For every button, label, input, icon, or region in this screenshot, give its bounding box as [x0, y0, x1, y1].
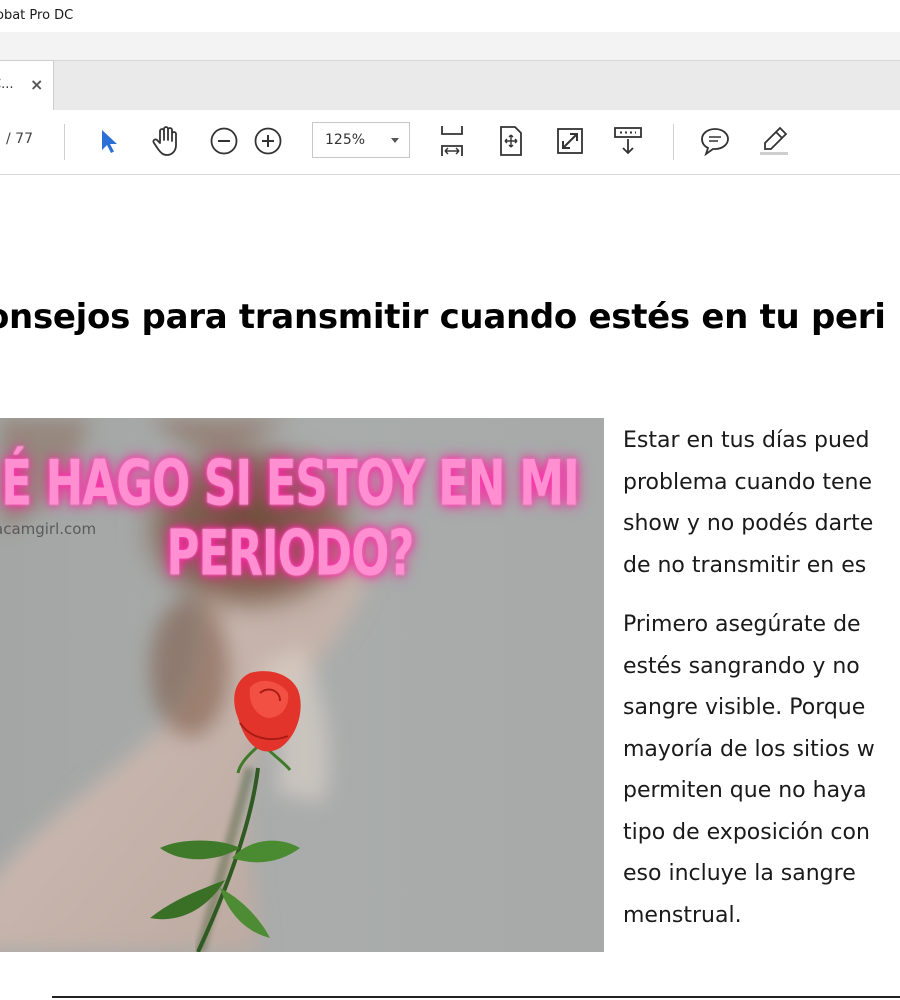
toolbar-divider	[64, 124, 65, 160]
tab-strip	[0, 32, 900, 60]
select-icon[interactable]	[91, 124, 125, 158]
text-line: de no transmitir en es	[623, 552, 867, 578]
zoom-value: 125%	[325, 132, 366, 148]
hand-icon[interactable]	[149, 124, 183, 158]
fit-page-icon[interactable]	[494, 124, 528, 158]
fullscreen-icon[interactable]	[553, 124, 587, 158]
article-image: É HAGO SI ESTOY EN MI PERIODO? acamgirl.…	[0, 418, 604, 952]
text-line: Estar en tus días pued	[623, 428, 870, 453]
image-headline: É HAGO SI ESTOY EN MI PERIODO?	[0, 448, 604, 588]
window-title: obat Pro DC	[0, 8, 74, 23]
paragraph-2: Primero asegúrate de estés sangrando y n…	[623, 604, 900, 936]
chevron-down-icon	[391, 138, 399, 143]
text-line: Primero asegúrate de	[623, 612, 861, 637]
highlight-icon[interactable]	[757, 124, 791, 158]
text-line: sangre visible. Porque	[623, 695, 866, 720]
zoom-select[interactable]: 125%	[312, 122, 410, 158]
text-line: problema cuando tene	[623, 469, 873, 495]
toolbar-divider	[673, 124, 674, 160]
toolbar: / 77	[0, 110, 900, 175]
document-page: onsejos para transmitir cuando estés en …	[0, 175, 900, 1000]
text-line: mayoría de los sitios w	[623, 736, 875, 762]
tab-label: C...	[0, 77, 14, 92]
comment-icon[interactable]	[698, 124, 732, 158]
text-line: menstrual.	[623, 902, 742, 928]
headline-line-1: É HAGO SI ESTOY EN MI	[1, 446, 579, 520]
zoom-in-icon[interactable]	[251, 124, 285, 158]
text-line: eso incluye la sangre	[623, 861, 856, 886]
zoom-out-icon[interactable]	[207, 124, 241, 158]
scroll-mode-icon[interactable]	[611, 124, 645, 158]
close-icon[interactable]: ×	[30, 75, 43, 94]
body-text: Estar en tus días pued problema cuando t…	[623, 420, 900, 954]
page-divider	[52, 996, 900, 998]
tab-row	[0, 60, 900, 111]
text-line: show y no podés darte	[623, 511, 874, 536]
image-watermark: acamgirl.com	[0, 520, 97, 538]
page-heading: onsejos para transmitir cuando estés en …	[0, 297, 886, 337]
text-line: permiten que no haya	[623, 778, 867, 803]
document-tab[interactable]: C... ×	[0, 60, 54, 110]
text-line: estés sangrando y no	[623, 653, 860, 679]
title-bar: obat Pro DC	[0, 0, 900, 32]
paragraph-1: Estar en tus días pued problema cuando t…	[623, 420, 900, 586]
text-line: tipo de exposición con	[623, 819, 870, 845]
fit-width-icon[interactable]	[435, 124, 469, 158]
page-count: / 77	[6, 131, 33, 147]
